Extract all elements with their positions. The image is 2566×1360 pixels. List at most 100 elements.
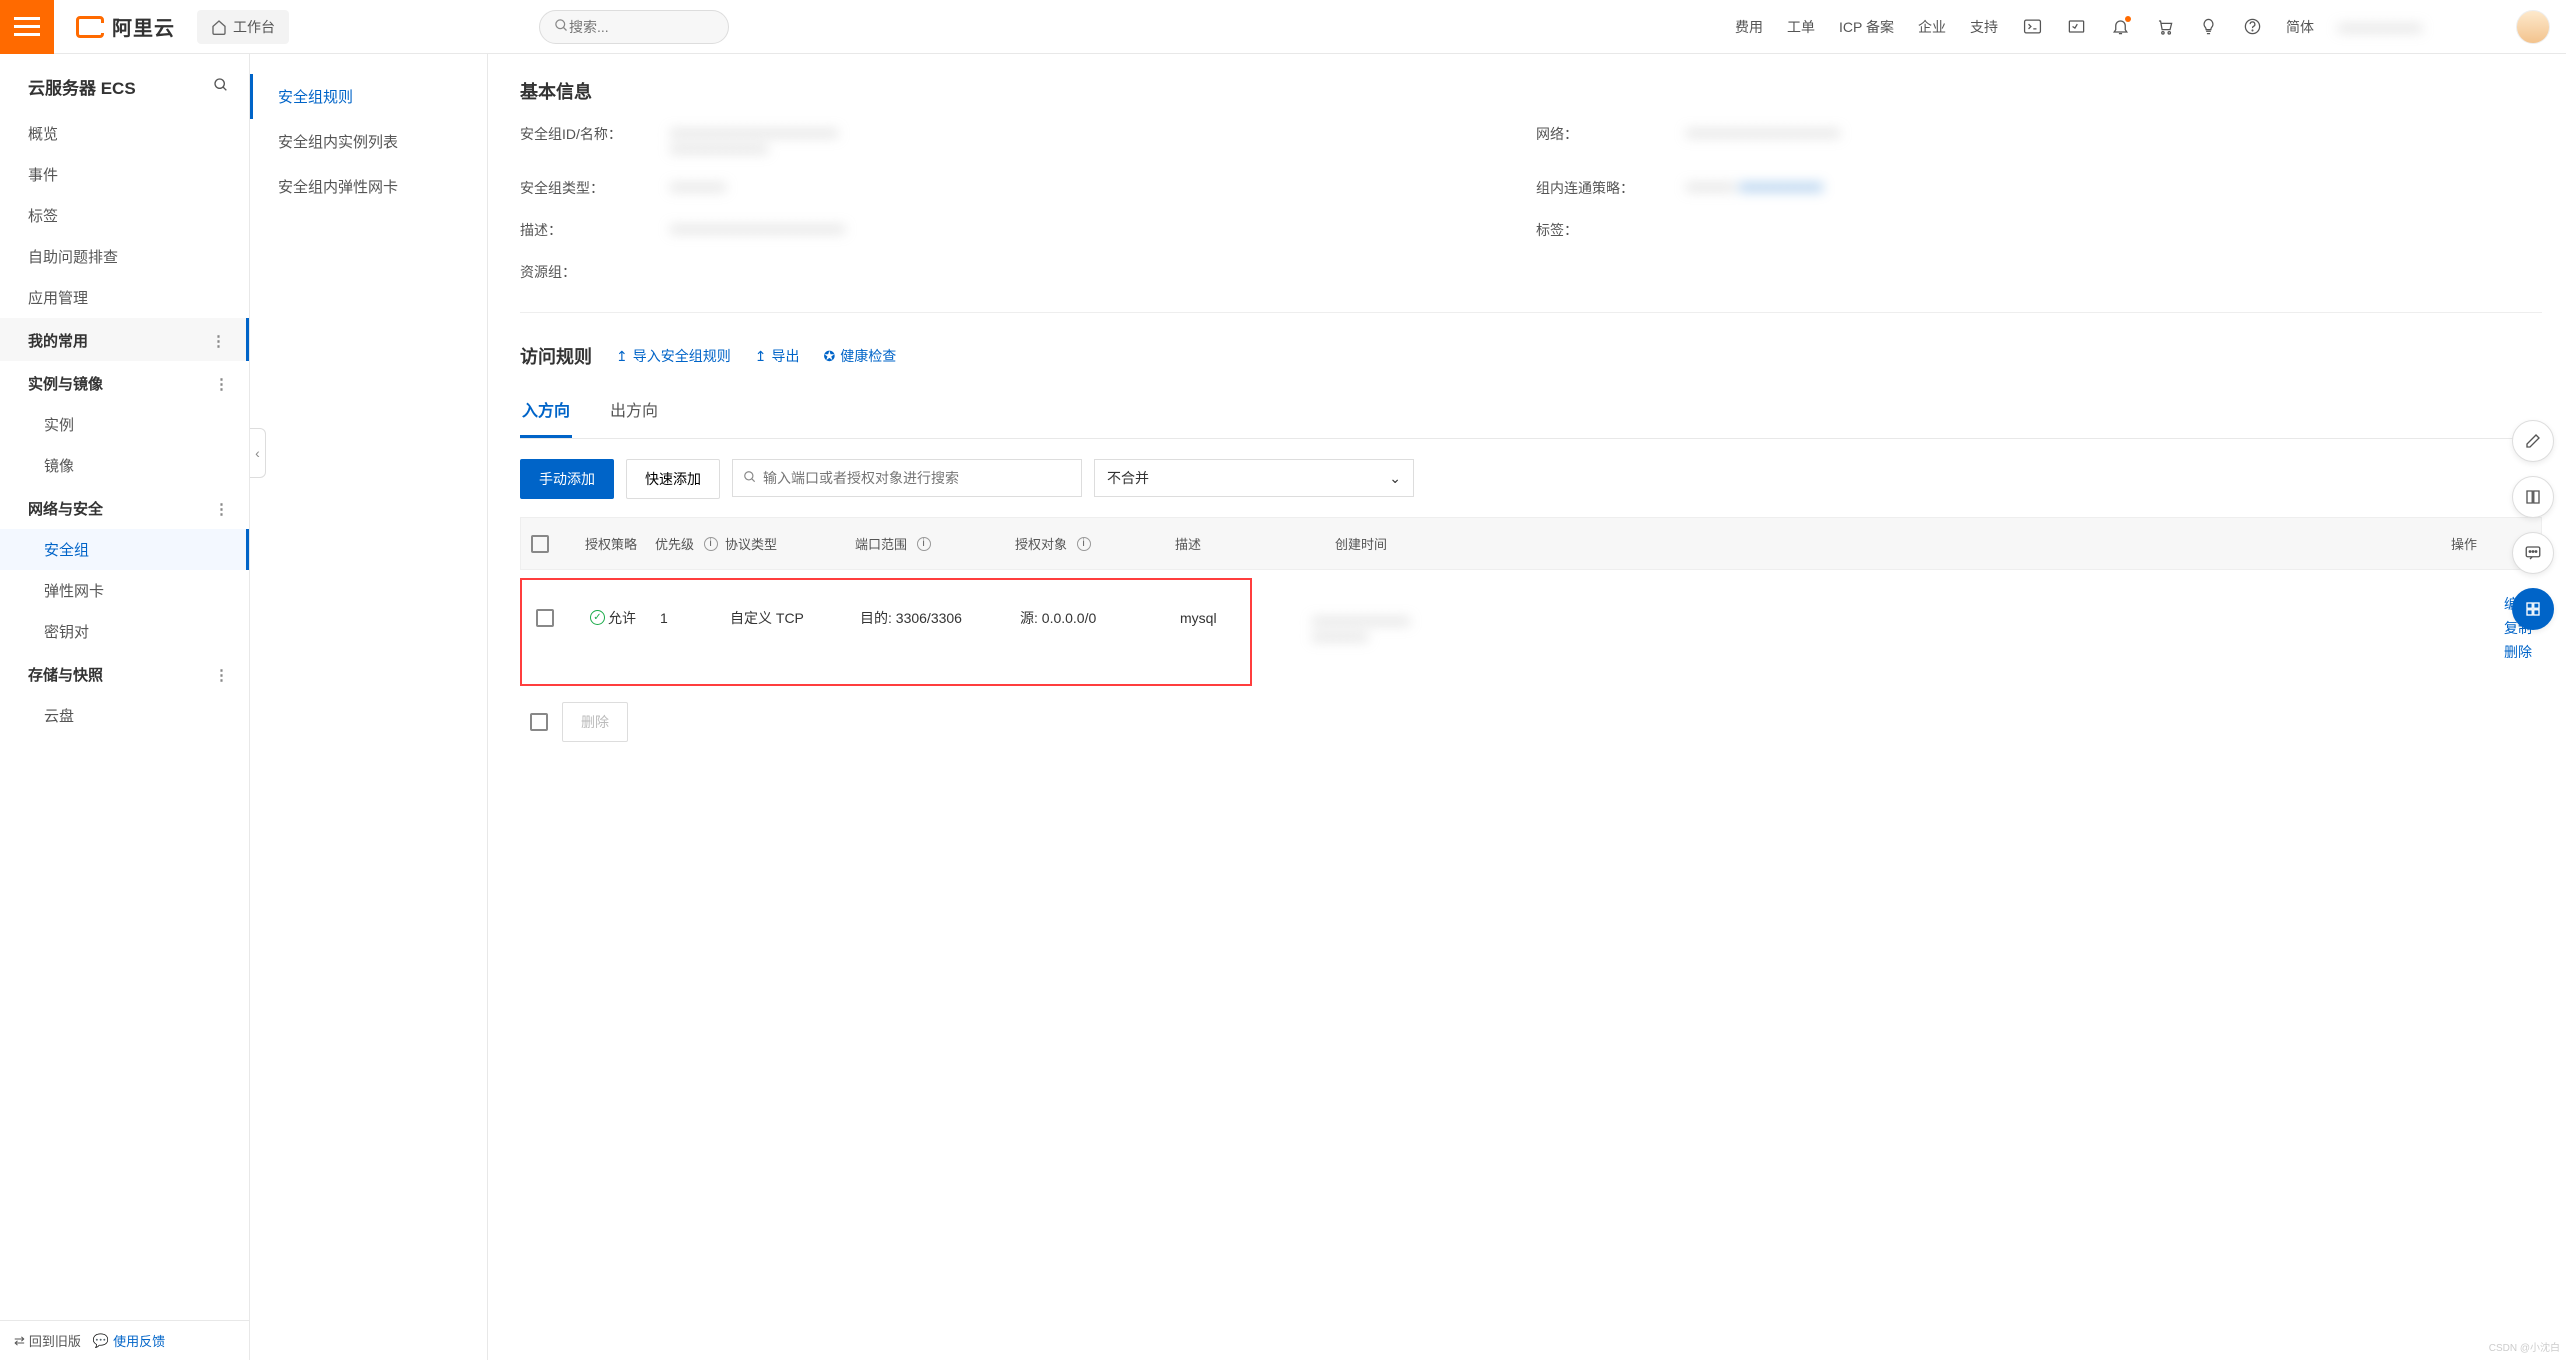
value-tags [1686,220,2542,240]
sidebar-item-tags[interactable]: 标签 [0,195,249,236]
sidebar-group-network[interactable]: 网络与安全 ⋮ [0,486,249,529]
nav-ticket[interactable]: 工单 [1787,17,1815,37]
import-rules-link[interactable]: ↥ 导入安全组规则 [616,346,731,366]
sidebar-item-security-group[interactable]: 安全组 [0,529,249,570]
back-old-version[interactable]: ⇄ 回到旧版 [14,1331,81,1350]
upload-icon: ↥ [755,348,767,365]
tab-inbound[interactable]: 入方向 [520,387,572,438]
sidebar-collapse-handle[interactable]: ‹ [250,428,266,478]
sidebar-item-events[interactable]: 事件 [0,154,249,195]
rule-search-input[interactable] [763,470,1071,486]
sidebar-my-frequent[interactable]: 我的常用 ⋮ [0,318,249,361]
sidebar-item-disk[interactable]: 云盘 [0,695,249,736]
more-icon[interactable]: ⋮ [214,375,229,393]
nav-icp[interactable]: ICP 备案 [1839,17,1894,37]
sidebar-item-appmgmt[interactable]: 应用管理 [0,277,249,318]
rules-header: 访问规则 ↥ 导入安全组规则 ↥ 导出 ✪ 健康检查 [520,343,2542,369]
quick-add-button[interactable]: 快速添加 [626,459,720,499]
cell-time: xxxxxxxxxxxxxxxxxxxxxx [1312,612,2504,644]
sub-nav-rules[interactable]: 安全组规则 [250,74,487,119]
sidebar-group-storage[interactable]: 存储与快照 ⋮ [0,652,249,695]
label-resgroup: 资源组： [520,262,660,282]
info-icon[interactable]: i [704,537,718,551]
home-icon [211,19,227,35]
sidebar-search-icon[interactable] [213,77,229,96]
basic-info-title: 基本信息 [520,78,2542,104]
sidebar-footer: ⇄ 回到旧版 💬 使用反馈 [0,1320,249,1360]
sidebar-item-image[interactable]: 镜像 [0,445,249,486]
logo[interactable]: 阿里云 [76,12,175,41]
rule-search[interactable] [732,459,1082,497]
col-source: 授权对象 i [1015,534,1175,553]
search-icon [743,470,757,487]
logo-icon [76,16,104,38]
info-icon[interactable]: i [917,537,931,551]
more-icon[interactable]: ⋮ [214,666,229,684]
more-icon[interactable]: ⋮ [211,332,226,350]
workbench-button[interactable]: 工作台 [197,10,289,44]
float-apps-button[interactable] [2512,588,2554,630]
sidebar-item-eni[interactable]: 弹性网卡 [0,570,249,611]
select-all-checkbox[interactable] [531,535,549,553]
label-tags: 标签： [1536,220,1676,240]
watermark: CSDN @小沈白 [2489,1339,2560,1354]
nav-support[interactable]: 支持 [1970,17,1998,37]
check-icon: ✓ [590,610,605,625]
cloudshell-icon[interactable] [2022,17,2042,37]
divider [520,312,2542,313]
bulk-delete-button[interactable]: 删除 [562,702,628,742]
col-priority: 优先级 i [655,534,725,553]
lang-switch[interactable]: 简体 [2286,17,2314,37]
label-network: 网络： [1536,124,1676,156]
float-edit-button[interactable] [2512,420,2554,462]
health-check-link[interactable]: ✪ 健康检查 [823,346,896,366]
table-footer: 删除 [520,686,2542,758]
sub-nav-eni[interactable]: 安全组内弹性网卡 [250,164,487,209]
nav-enterprise[interactable]: 企业 [1918,17,1946,37]
delete-link[interactable]: 删除 [2504,642,2532,662]
bell-icon[interactable] [2110,17,2130,37]
sidebar-primary: 云服务器 ECS 概览 事件 标签 自助问题排查 应用管理 我的常用 ⋮ 实例与… [0,54,250,1360]
avatar[interactable] [2516,10,2550,44]
sidebar-item-keypair[interactable]: 密钥对 [0,611,249,652]
help-icon[interactable] [2242,17,2262,37]
manual-add-button[interactable]: 手动添加 [520,459,614,499]
global-search[interactable] [539,10,729,44]
export-rules-link[interactable]: ↥ 导出 [755,346,800,366]
col-desc: 描述 [1175,534,1335,553]
rules-title: 访问规则 [520,343,592,369]
col-protocol: 协议类型 [725,534,855,553]
hamburger-menu[interactable] [0,0,54,54]
table-row: ✓ 允许 1 自定义 TCP 目的: 3306/3306 源: 0.0.0.0/… [526,584,1246,652]
col-port: 端口范围 i [855,534,1015,553]
controls-row: 手动添加 快速添加 不合并 ⌄ [520,459,2542,499]
float-book-button[interactable] [2512,476,2554,518]
sidebar-item-selfhelp[interactable]: 自助问题排查 [0,236,249,277]
more-icon[interactable]: ⋮ [214,500,229,518]
bulb-icon[interactable] [2198,17,2218,37]
value-network: xxxxxxxxxxxxxxxxxxxxxx [1686,124,2542,156]
search-input[interactable] [569,19,750,35]
chevron-down-icon: ⌄ [1389,470,1401,487]
cell-source: 源: 0.0.0.0/0 [1020,608,1180,628]
sidebar-group-instances[interactable]: 实例与镜像 ⋮ [0,361,249,404]
merge-select[interactable]: 不合并 ⌄ [1094,459,1414,497]
sub-nav-instances[interactable]: 安全组内实例列表 [250,119,487,164]
sidebar-item-overview[interactable]: 概览 [0,113,249,154]
feedback-link[interactable]: 💬 使用反馈 [93,1331,165,1350]
tab-outbound[interactable]: 出方向 [608,387,660,438]
topbar: 阿里云 工作台 费用 工单 ICP 备案 企业 支持 简体 xxxxxxxxxx… [0,0,2566,54]
direction-tabs: 入方向 出方向 [520,387,2542,439]
cart-icon[interactable] [2154,17,2174,37]
nav-cost[interactable]: 费用 [1735,17,1763,37]
label-sg-id: 安全组ID/名称： [520,124,660,156]
row-checkbox[interactable] [536,609,554,627]
info-icon[interactable]: i [1077,537,1091,551]
footer-select-all[interactable] [530,713,548,731]
value-sg-type: xxxxxxxx [670,178,1526,198]
float-chat-button[interactable] [2512,532,2554,574]
message-icon[interactable] [2066,17,2086,37]
account-name[interactable]: xxxxxxxxxxxx [2338,19,2422,35]
sidebar-item-instance[interactable]: 实例 [0,404,249,445]
search-icon [554,18,569,36]
